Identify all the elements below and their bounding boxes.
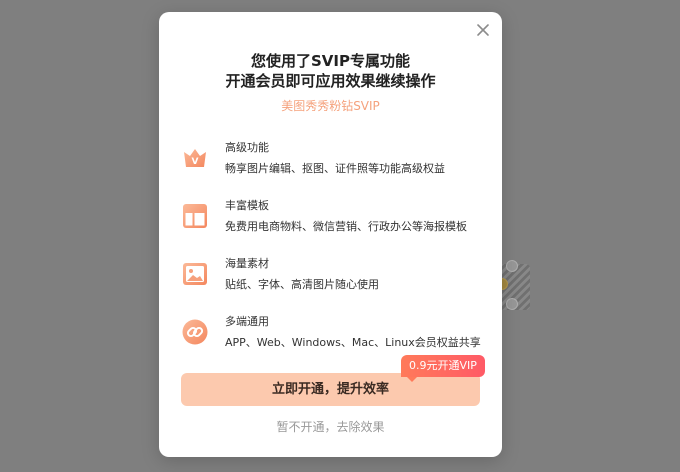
- handle-dot: [506, 260, 518, 272]
- crown-v-icon: V: [184, 149, 206, 167]
- feature-title: 高级功能: [225, 141, 269, 154]
- dialog-title-line1: 您使用了SVIP专属功能: [251, 52, 410, 70]
- feature-item-multiplatform: 多端通用 APP、Web、Windows、Mac、Linux会员权益共享: [181, 315, 491, 359]
- dialog-title-line2: 开通会员即可应用效果继续操作: [225, 72, 436, 90]
- feature-item-templates: 丰富模板 免费用电商物料、微信营销、行政办公等海报模板: [181, 199, 491, 243]
- image-icon: [183, 263, 207, 285]
- feature-desc: 畅享图片编辑、抠图、证件照等功能高级权益: [225, 162, 445, 175]
- background-canvas-fragment: [496, 260, 530, 310]
- feature-desc: APP、Web、Windows、Mac、Linux会员权益共享: [225, 336, 481, 349]
- handle-dot: [506, 298, 518, 310]
- svip-upgrade-dialog: 您使用了SVIP专属功能 开通会员即可应用效果继续操作 美图秀秀粉钻SVIP V…: [159, 12, 502, 457]
- dialog-subtitle: 美图秀秀粉钻SVIP: [281, 99, 380, 113]
- feature-title: 丰富模板: [225, 199, 269, 212]
- feature-title: 海量素材: [225, 257, 269, 270]
- price-badge[interactable]: 0.9元开通VIP: [401, 355, 485, 382]
- close-icon: [477, 24, 489, 36]
- feature-desc: 贴纸、字体、高清图片随心使用: [225, 278, 379, 291]
- close-button[interactable]: [472, 19, 494, 41]
- feature-item-materials: 海量素材 贴纸、字体、高清图片随心使用: [181, 257, 491, 301]
- skip-link[interactable]: 暂不开通，去除效果: [159, 419, 502, 435]
- svg-text:V: V: [192, 157, 199, 167]
- feature-title: 多端通用: [225, 315, 269, 328]
- feature-item-advanced: V 高级功能 畅享图片编辑、抠图、证件照等功能高级权益: [181, 141, 491, 185]
- link-icon: [182, 319, 208, 345]
- feature-desc: 免费用电商物料、微信营销、行政办公等海报模板: [225, 220, 467, 233]
- subscribe-button[interactable]: 立即开通，提升效率: [181, 373, 480, 406]
- template-icon: [183, 204, 207, 228]
